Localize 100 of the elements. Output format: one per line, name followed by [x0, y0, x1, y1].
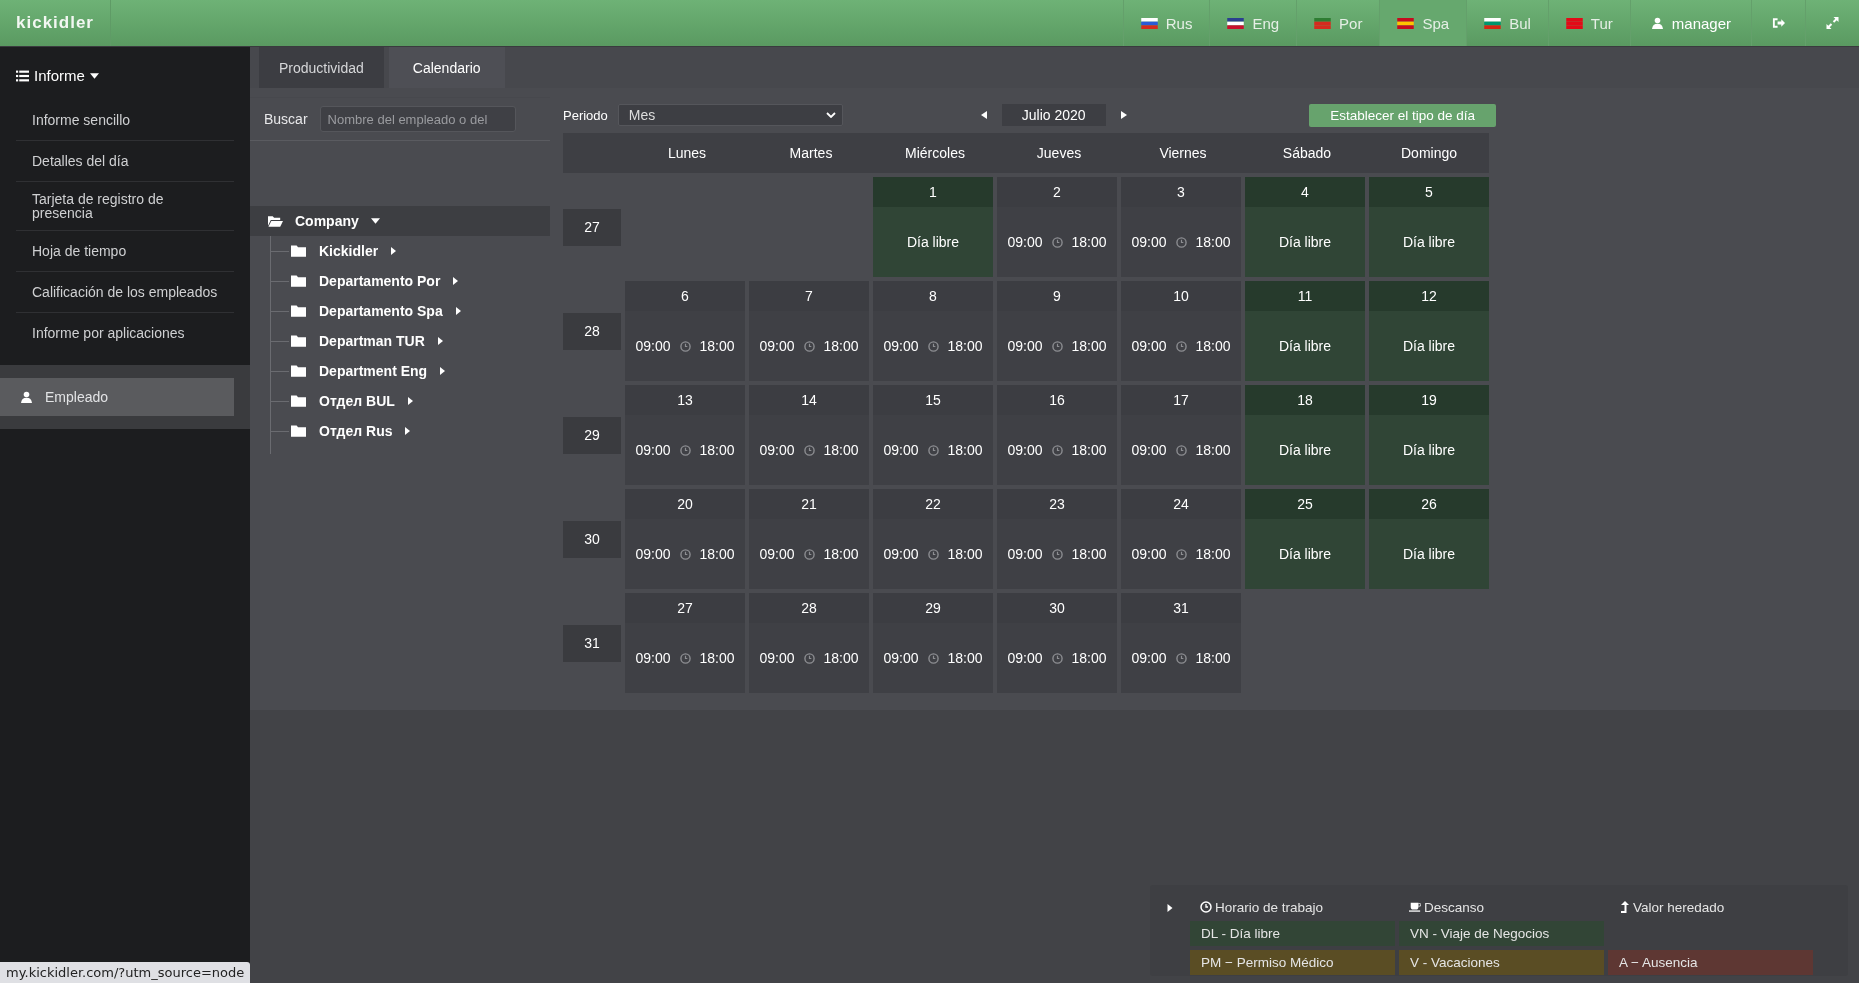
legend-item: PM − Permiso Médico — [1190, 950, 1395, 975]
folder-icon — [291, 245, 306, 257]
day-cell[interactable]: 31 09:00 18:00 — [1121, 593, 1241, 693]
employee-item[interactable]: Empleado — [0, 378, 234, 416]
start-time: 09:00 — [1131, 650, 1167, 666]
weekday-header: Miércoles — [873, 133, 997, 173]
flag-icon — [1140, 17, 1158, 29]
start-time: 09:00 — [759, 442, 795, 458]
day-cell[interactable]: 24 09:00 18:00 — [1121, 489, 1241, 589]
sidebar-item[interactable]: Detalles del día — [16, 141, 234, 182]
chevron-down-icon — [825, 112, 836, 118]
day-cell[interactable]: 14 09:00 18:00 — [749, 385, 869, 485]
day-cell[interactable]: 30 09:00 18:00 — [997, 593, 1117, 693]
tree-item[interactable]: Отдел Rus — [271, 416, 411, 446]
day-cell[interactable]: 23 09:00 18:00 — [997, 489, 1117, 589]
start-time: 09:00 — [1131, 338, 1167, 354]
tab[interactable]: Calendario — [388, 47, 505, 88]
day-cell[interactable]: 5 Día libre — [1369, 177, 1489, 277]
day-cell[interactable]: 13 09:00 18:00 — [625, 385, 745, 485]
day-cell[interactable]: 12 Día libre — [1369, 281, 1489, 381]
legend-item: DL - Día libre — [1190, 921, 1395, 946]
day-off-label: Día libre — [1402, 234, 1456, 250]
end-time: 18:00 — [823, 442, 859, 458]
day-cell[interactable]: 7 09:00 18:00 — [749, 281, 869, 381]
end-time: 18:00 — [699, 338, 735, 354]
day-cell[interactable]: 18 Día libre — [1245, 385, 1365, 485]
caret-icon — [89, 72, 99, 79]
end-time: 18:00 — [699, 546, 735, 562]
day-cell[interactable]: 9 09:00 18:00 — [997, 281, 1117, 381]
start-time: 09:00 — [1131, 546, 1167, 562]
weekday-header: Lunes — [625, 133, 749, 173]
week-number: 27 — [563, 208, 621, 246]
day-cell[interactable]: 10 09:00 18:00 — [1121, 281, 1241, 381]
arrow-up-icon — [1618, 901, 1630, 913]
start-time: 09:00 — [1131, 442, 1167, 458]
day-cell[interactable]: 15 09:00 18:00 — [873, 385, 993, 485]
clock-icon — [1051, 548, 1063, 560]
legend-item: A − Ausencia — [1608, 950, 1813, 975]
sidebar-item[interactable]: Informe por aplicaciones — [16, 313, 234, 353]
day-cell[interactable]: 28 09:00 18:00 — [749, 593, 869, 693]
flag-icon — [1227, 17, 1245, 29]
day-cell[interactable]: 21 09:00 18:00 — [749, 489, 869, 589]
tree-item[interactable]: Departman TUR — [271, 326, 443, 356]
cup-icon — [1409, 901, 1421, 913]
clock-icon — [803, 652, 815, 664]
triangle-left-icon — [980, 111, 987, 119]
end-time: 18:00 — [947, 650, 983, 666]
flag-icon — [1565, 17, 1583, 29]
day-cell[interactable]: 6 09:00 18:00 — [625, 281, 745, 381]
weekday-header: Jueves — [997, 133, 1121, 173]
day-cell[interactable]: 16 09:00 18:00 — [997, 385, 1117, 485]
day-cell[interactable]: 3 09:00 18:00 — [1121, 177, 1241, 277]
day-cell[interactable]: 1 Día libre — [873, 177, 993, 277]
day-cell[interactable]: 11 Día libre — [1245, 281, 1365, 381]
day-cell[interactable]: 2 09:00 18:00 — [997, 177, 1117, 277]
end-time: 18:00 — [1071, 338, 1107, 354]
day-cell[interactable]: 17 09:00 18:00 — [1121, 385, 1241, 485]
search-field[interactable]: Nombre del empleado o del — [319, 106, 516, 132]
period-dropdown[interactable]: Mes — [617, 104, 843, 126]
clock-icon — [1051, 652, 1063, 664]
day-cell[interactable]: 8 09:00 18:00 — [873, 281, 993, 381]
day-cell[interactable]: 19 Día libre — [1369, 385, 1489, 485]
week-number: 31 — [563, 624, 621, 662]
start-time: 09:00 — [759, 338, 795, 354]
start-time: 09:00 — [1007, 338, 1043, 354]
day-cell[interactable]: 27 09:00 18:00 — [625, 593, 745, 693]
tab[interactable]: Productividad — [259, 47, 384, 88]
day-cell[interactable]: 22 09:00 18:00 — [873, 489, 993, 589]
sidebar-item[interactable]: Calificación de los empleados — [16, 272, 234, 313]
start-time: 09:00 — [883, 442, 919, 458]
tree-item[interactable]: Departamento Por — [271, 266, 459, 296]
tree-item[interactable]: Department Eng — [271, 356, 446, 386]
folder-icon — [291, 395, 306, 407]
clock-icon — [803, 548, 815, 560]
day-off-label: Día libre — [1278, 546, 1332, 562]
sidebar-item[interactable]: Tarjeta de registro de presencia — [16, 182, 234, 231]
day-number: 12 — [1369, 281, 1489, 311]
sidebar-item[interactable]: Informe sencillo — [16, 100, 234, 141]
end-time: 18:00 — [823, 546, 859, 562]
day-off-label: Día libre — [906, 234, 960, 250]
folder-icon — [291, 425, 306, 437]
day-off-label: Día libre — [1278, 442, 1332, 458]
weekday-header: Viernes — [1121, 133, 1245, 173]
tree-item[interactable]: Kickidler — [271, 236, 397, 266]
day-cell[interactable]: 26 Día libre — [1369, 489, 1489, 589]
sidebar-item[interactable]: Hoja de tiempo — [16, 231, 234, 272]
end-time: 18:00 — [1195, 338, 1231, 354]
tree-item[interactable]: Departamento Spa — [271, 296, 461, 326]
day-cell[interactable]: 25 Día libre — [1245, 489, 1365, 589]
day-cell[interactable]: 29 09:00 18:00 — [873, 593, 993, 693]
day-cell[interactable]: 4 Día libre — [1245, 177, 1365, 277]
clock-icon — [1175, 236, 1187, 248]
flag-icon — [1314, 17, 1332, 29]
tree-item[interactable]: Отдел BUL — [271, 386, 413, 416]
day-cell[interactable]: 20 09:00 18:00 — [625, 489, 745, 589]
tree-root[interactable]: Company — [250, 206, 550, 236]
triangle-right-icon — [1120, 111, 1127, 119]
report-menu[interactable]: Informe — [0, 47, 115, 100]
folder-open-icon — [268, 215, 283, 227]
start-time: 09:00 — [883, 650, 919, 666]
